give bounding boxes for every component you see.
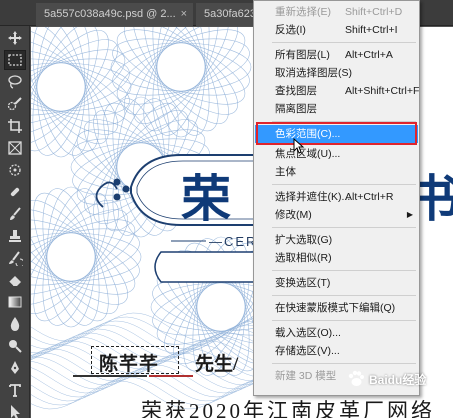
menu-item-label: 新建 3D 模型 <box>275 370 337 382</box>
select-menu: 重新选择(E) Shift+Ctrl+D 反选(I) Shift+Ctrl+I … <box>253 0 420 396</box>
menu-item-isolate-layers[interactable]: 隔离图层 <box>255 100 418 118</box>
menu-item-label: 隔离图层 <box>275 103 317 115</box>
menu-item-save-selection[interactable]: 存储选区(V)... <box>255 342 418 360</box>
menu-item-label: 焦点区域(U)... <box>275 148 341 160</box>
menu-item-shortcut: Alt+Shift+Ctrl+F <box>345 85 420 97</box>
quick-selection-tool-icon[interactable] <box>4 94 26 114</box>
menu-separator <box>272 363 416 364</box>
eyedropper-tool-icon[interactable] <box>4 160 26 180</box>
menu-item-label: 在快速蒙版模式下编辑(Q) <box>275 302 396 314</box>
document-tab-2-label: 5a30fa623b3 <box>204 8 256 20</box>
document-tab-2[interactable]: 5a30fa623b3 <box>196 3 256 26</box>
menu-separator <box>272 227 416 228</box>
pen-tool-icon[interactable] <box>4 358 26 378</box>
dodge-tool-icon[interactable] <box>4 336 26 356</box>
menu-separator <box>272 295 416 296</box>
menu-item-quick-mask[interactable]: 在快速蒙版模式下编辑(Q) <box>255 299 418 317</box>
clone-stamp-tool-icon[interactable] <box>4 226 26 246</box>
brush-tool-icon[interactable] <box>4 204 26 224</box>
menu-item-label: 选取相似(R) <box>275 252 332 264</box>
menu-separator <box>272 270 416 271</box>
menu-item-label: 主体 <box>275 166 296 178</box>
watermark: Baidu经验 <box>346 369 426 389</box>
watermark-text: Baidu经验 <box>369 372 427 387</box>
history-brush-tool-icon[interactable] <box>4 248 26 268</box>
highlight-annotation-box <box>256 122 417 145</box>
menu-item-select-and-mask[interactable]: 选择并遮住(K)... Alt+Ctrl+R <box>255 188 418 206</box>
menu-item-label: 反选(I) <box>275 24 306 36</box>
menu-item-subject[interactable]: 主体 <box>255 163 418 181</box>
menu-item-load-selection[interactable]: 载入选区(O)... <box>255 324 418 342</box>
marquee-tool-icon[interactable] <box>4 50 26 70</box>
menu-item-shortcut: Shift+Ctrl+I <box>345 24 398 36</box>
move-tool-icon[interactable] <box>4 28 26 48</box>
menu-item-label: 重新选择(E) <box>275 6 331 18</box>
healing-brush-tool-icon[interactable] <box>4 182 26 202</box>
eraser-tool-icon[interactable] <box>4 270 26 290</box>
menu-item-deselect-layers[interactable]: 取消选择图层(S) <box>255 64 418 82</box>
menu-item-label: 取消选择图层(S) <box>275 67 352 79</box>
recipient-name: 陈芊芊 <box>99 354 160 375</box>
menu-item-similar[interactable]: 选取相似(R) <box>255 249 418 267</box>
menu-item-transform-selection[interactable]: 变换选区(T) <box>255 274 418 292</box>
blur-tool-icon[interactable] <box>4 314 26 334</box>
menu-item-label: 载入选区(O)... <box>275 327 341 339</box>
menu-item-label: 查找图层 <box>275 85 317 97</box>
document-tab-1[interactable]: 5a557c038a49c.psd @ 2... × <box>36 3 193 26</box>
menu-item-label: 存储选区(V)... <box>275 345 340 357</box>
submenu-arrow-icon: ▶ <box>406 210 413 219</box>
paw-icon <box>348 370 364 386</box>
menu-item-grow[interactable]: 扩大选取(G) <box>255 231 418 249</box>
menu-item-modify[interactable]: 修改(M) ▶ <box>255 206 418 224</box>
certificate-body-text: 荣获2020年江南皮革厂网络 <box>141 399 435 418</box>
menu-item-label: 选择并遮住(K)... <box>275 191 351 203</box>
menu-item-label: 扩大选取(G) <box>275 234 333 246</box>
menu-item-shortcut: Alt+Ctrl+R <box>345 191 394 203</box>
menu-item-inverse[interactable]: 反选(I) Shift+Ctrl+I <box>255 21 418 39</box>
menu-item-reselect[interactable]: 重新选择(E) Shift+Ctrl+D <box>255 3 418 21</box>
menu-separator <box>272 184 416 185</box>
type-tool-icon[interactable] <box>4 380 26 400</box>
menu-item-focus-area[interactable]: 焦点区域(U)... <box>255 145 418 163</box>
name-underline-accent <box>149 375 193 377</box>
name-underline <box>73 375 147 377</box>
menu-separator <box>272 320 416 321</box>
menu-item-all-layers[interactable]: 所有图层(L) Alt+Ctrl+A <box>255 46 418 64</box>
menu-item-shortcut: Alt+Ctrl+A <box>345 49 393 61</box>
gradient-tool-icon[interactable] <box>4 292 26 312</box>
path-selection-tool-icon[interactable] <box>4 402 26 418</box>
menu-item-shortcut: Shift+Ctrl+D <box>345 6 403 18</box>
document-tab-1-label: 5a557c038a49c.psd @ 2... <box>44 8 176 20</box>
tools-panel <box>0 26 30 418</box>
menu-item-label: 所有图层(L) <box>275 49 330 61</box>
recipient-title: 先生/ <box>195 354 239 375</box>
frame-tool-icon[interactable] <box>4 138 26 158</box>
close-tab-icon[interactable]: × <box>181 3 187 26</box>
menu-item-label: 变换选区(T) <box>275 277 331 289</box>
menu-item-label: 修改(M) <box>275 209 312 221</box>
certificate-subtitle: —CER <box>209 234 258 249</box>
certificate-title-char-1: 荣 <box>181 171 231 227</box>
menu-item-find-layers[interactable]: 查找图层 Alt+Shift+Ctrl+F <box>255 82 420 100</box>
crop-tool-icon[interactable] <box>4 116 26 136</box>
menu-separator <box>272 42 416 43</box>
lasso-tool-icon[interactable] <box>4 72 26 92</box>
mouse-cursor-icon <box>293 138 305 154</box>
